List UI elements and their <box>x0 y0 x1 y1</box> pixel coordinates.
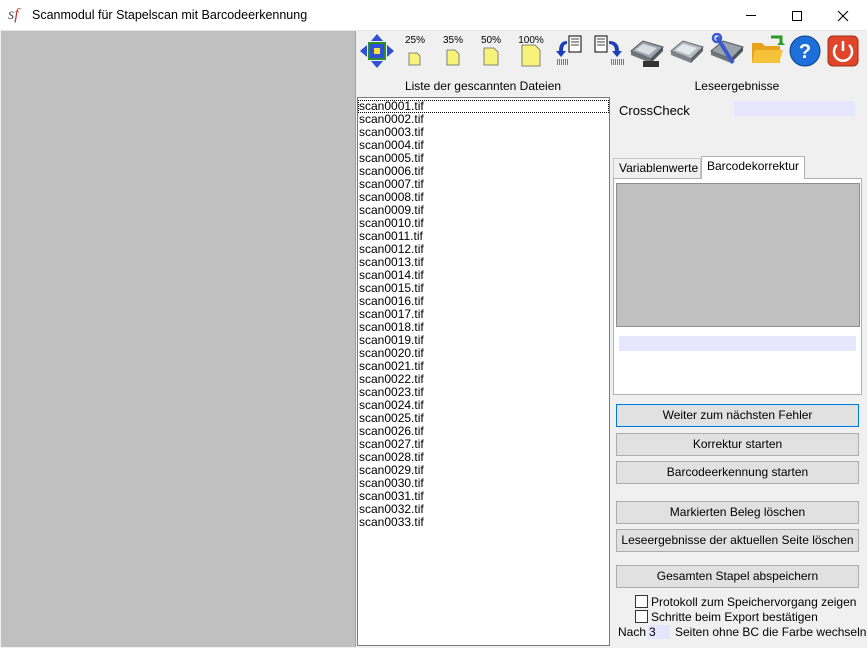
zoom-50-button[interactable]: 50% <box>473 33 509 69</box>
zoom-100-icon <box>521 44 541 67</box>
rotate-left-icon <box>556 35 582 65</box>
scanner-settings-icon <box>710 33 744 65</box>
rotate-right-button[interactable] <box>593 33 629 69</box>
scanner-settings-button[interactable] <box>709 33 745 69</box>
scanner-light-icon <box>670 40 704 63</box>
start-correction-button[interactable]: Korrektur starten <box>616 433 859 456</box>
maximize-button[interactable] <box>774 0 820 31</box>
file-list[interactable]: scan0001.tif scan0002.tif scan0003.tif scan… <box>357 97 610 646</box>
file-list-header: Liste der gescannten Dateien <box>404 79 562 93</box>
tab-barcodekorrektur[interactable]: Barcodekorrektur <box>701 156 805 179</box>
results-header: Leseergebnisse <box>694 79 780 93</box>
start-barcode-recognition-button[interactable]: Barcodeerkennung starten <box>616 461 859 484</box>
maximize-icon <box>792 10 802 21</box>
help-button[interactable]: ? <box>787 33 823 69</box>
zoom-25-button[interactable]: 25% <box>397 33 433 69</box>
protocol-checkbox[interactable] <box>635 595 648 608</box>
confirm-export-checkbox[interactable] <box>635 610 648 623</box>
exit-button[interactable] <box>825 33 861 69</box>
window-title: Scanmodul für Stapelscan mit Barcodeerke… <box>32 8 308 22</box>
color-change-label: Seiten ohne BC die Farbe wechseln <box>675 625 867 639</box>
zoom-100-button[interactable]: 100% <box>513 33 549 69</box>
barcode-correction-panel <box>613 178 862 395</box>
rotate-right-icon <box>594 35 625 65</box>
rotate-left-button[interactable] <box>553 33 589 69</box>
close-icon <box>837 10 849 21</box>
zoom-25-icon <box>408 52 421 66</box>
zoom-35-icon <box>446 49 460 66</box>
power-icon <box>827 35 859 67</box>
barcode-correction-input[interactable] <box>619 336 856 351</box>
fit-arrows-icon <box>360 34 394 68</box>
scan-light-button[interactable] <box>669 33 705 69</box>
zoom-50-icon <box>483 47 499 66</box>
confirm-export-label: Schritte beim Export bestätigen <box>651 609 818 624</box>
protocol-label: Protokoll zum Speichervorgang zeigen <box>651 594 857 609</box>
delete-marked-document-button[interactable]: Markierten Beleg löschen <box>616 501 859 524</box>
barcode-image-preview <box>616 183 860 327</box>
next-error-button[interactable]: Weiter zum nächsten Fehler <box>616 404 859 427</box>
crosscheck-label: CrossCheck <box>619 103 690 118</box>
protocol-option[interactable]: Protokoll zum Speichervorgang zeigen <box>635 594 856 609</box>
crosscheck-field[interactable] <box>734 101 855 116</box>
file-list-item[interactable]: scan0033.tif <box>358 516 609 529</box>
close-button[interactable] <box>820 0 866 31</box>
nach-label: Nach <box>618 625 647 639</box>
scanner-icon <box>630 40 664 67</box>
svg-text:?: ? <box>799 41 811 63</box>
fit-page-button[interactable] <box>359 33 395 69</box>
help-icon: ? <box>789 35 821 67</box>
scan-button[interactable] <box>629 33 665 69</box>
scan-preview[interactable] <box>1 31 356 647</box>
pages-without-bc-field[interactable]: 3 <box>648 625 670 639</box>
open-folder-button[interactable] <box>749 33 785 69</box>
app-logo: sf <box>8 6 19 23</box>
color-change-row: Nach 3 Seiten ohne BC die Farbe wechseln <box>618 625 866 640</box>
tab-variablenwerte[interactable]: Variablenwerte <box>613 158 701 178</box>
delete-page-results-button[interactable]: Leseergebnisse der aktuellen Seite lösch… <box>616 529 859 552</box>
confirm-export-option[interactable]: Schritte beim Export bestätigen <box>635 609 818 624</box>
minimize-icon <box>746 15 756 16</box>
folder-open-icon <box>752 35 785 63</box>
save-stack-button[interactable]: Gesamten Stapel abspeichern <box>616 565 859 588</box>
toolbar: 25% 35% 50% 100% ? <box>357 31 867 71</box>
title-bar: sf Scanmodul für Stapelscan mit Barcodee… <box>0 0 867 31</box>
minimize-button[interactable] <box>728 0 774 31</box>
zoom-35-button[interactable]: 35% <box>435 33 471 69</box>
